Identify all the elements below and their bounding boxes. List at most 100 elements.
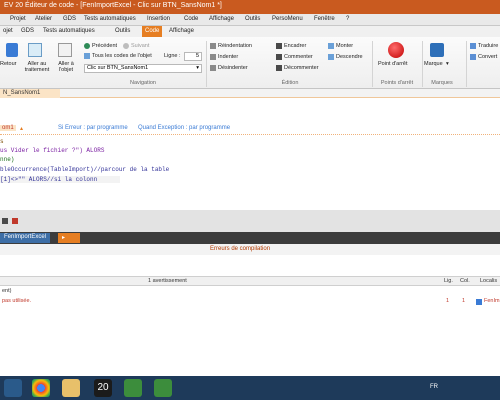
code-app-icon[interactable]	[124, 379, 142, 397]
previous-icon[interactable]	[84, 43, 90, 49]
event-caret: ▴	[20, 126, 24, 132]
precedent-button[interactable]: Précédent	[92, 43, 117, 49]
tab-tests[interactable]: Tests automatiques	[40, 26, 98, 37]
indenter-button[interactable]: Indenter	[218, 54, 238, 60]
tab-affichage[interactable]: Affichage	[166, 26, 197, 37]
aller-objet-button[interactable]: Aller à l'objet	[55, 61, 77, 73]
event-name: om1	[0, 125, 16, 131]
breakpoint-icon[interactable]	[388, 42, 404, 58]
convertir-button[interactable]: Convert	[478, 54, 497, 60]
row-message: pas utilisée.	[2, 298, 32, 304]
chrome-icon[interactable]	[32, 379, 50, 397]
menu-code[interactable]: Code	[184, 16, 198, 22]
menu-atelier[interactable]: Atelier	[35, 16, 52, 22]
chevron-down-icon: ▾	[196, 65, 199, 71]
code-line-3: nne)	[0, 156, 15, 163]
window-icon	[476, 299, 482, 305]
col-lig[interactable]: Lig.	[444, 278, 453, 284]
table-row[interactable]: pas utilisée. 1 1 FenIm	[0, 298, 500, 308]
convert-icon[interactable]	[470, 54, 476, 60]
menu-help[interactable]: ?	[346, 16, 349, 22]
decommenter-button[interactable]: Décommenter	[284, 65, 319, 71]
code-app-icon[interactable]	[154, 379, 172, 397]
desindenter-button[interactable]: Désindenter	[218, 65, 248, 71]
move-down-icon[interactable]	[328, 54, 334, 60]
commenter-button[interactable]: Commenter	[284, 54, 313, 60]
goto-process-icon[interactable]	[28, 43, 42, 57]
uncomment-icon[interactable]	[276, 65, 282, 71]
ribbon: Retour Aller au traitement Aller à l'obj…	[0, 37, 500, 89]
reindent-icon[interactable]	[210, 43, 216, 49]
col-col[interactable]: Col.	[460, 278, 470, 284]
row-message: ent)	[2, 288, 12, 294]
col-loc[interactable]: Localis	[480, 278, 497, 284]
tab-code[interactable]: Code	[142, 26, 163, 37]
monter-button[interactable]: Monter	[336, 43, 353, 49]
tab-projet[interactable]: ojet	[0, 26, 16, 37]
code-line-1: s	[0, 138, 4, 145]
all-codes-icon[interactable]	[84, 53, 90, 59]
point-arret-button[interactable]: Point d'arrêt	[378, 61, 407, 67]
menu-gds[interactable]: GDS	[63, 16, 76, 22]
window-tab-fenimportexcel[interactable]: FenImportExcel	[0, 233, 51, 243]
retour-button[interactable]: Retour	[0, 61, 17, 67]
reindentation-button[interactable]: Réindentation	[218, 43, 252, 49]
next-icon[interactable]	[123, 43, 129, 49]
traduire-button[interactable]: Traduire	[478, 43, 498, 49]
menu-outils[interactable]: Outils	[245, 16, 260, 22]
menu-projet[interactable]: Projet	[10, 16, 26, 22]
goto-object-icon[interactable]	[58, 43, 72, 57]
table-row[interactable]: ent)	[0, 288, 500, 298]
bookmark-icon[interactable]	[430, 43, 444, 57]
code-editor[interactable]: om1 ▴ Si Erreur : par programme Quand Ex…	[0, 98, 500, 210]
menu-tests[interactable]: Tests automatiques	[84, 16, 136, 22]
row-line: 1	[446, 298, 450, 304]
back-arrow-icon[interactable]	[6, 43, 18, 57]
menu-insertion[interactable]: Insertion	[147, 16, 170, 22]
ligne-label: Ligne :	[164, 53, 181, 59]
suivant-button[interactable]: Suivant	[131, 43, 149, 49]
event-combo[interactable]: Clic sur BTN_SansNom1 ▾	[84, 64, 202, 73]
sinon-erreur-link[interactable]: Si Erreur : par programme	[58, 125, 128, 131]
move-up-icon[interactable]	[328, 43, 334, 49]
comment-icon[interactable]	[276, 54, 282, 60]
ribbon-separator	[466, 41, 467, 87]
window-tab-more[interactable]: ▸	[58, 233, 80, 243]
unindent-icon[interactable]	[210, 65, 216, 71]
panel-columns: 1 avertissement Lig. Col. Localis	[0, 276, 500, 286]
menu-fenetre[interactable]: Fenêtre	[314, 16, 335, 22]
tool-icon[interactable]	[12, 218, 18, 224]
ribbon-separator	[422, 41, 423, 87]
menu-persomenu[interactable]: PersoMenu	[272, 16, 303, 22]
event-combo-value: Clic sur BTN_SansNom1	[87, 65, 149, 71]
marque-button[interactable]: Marque	[424, 61, 443, 67]
group-points-label: Points d'arrêt	[380, 80, 414, 86]
ligne-input[interactable]: 5	[184, 52, 202, 61]
col-main[interactable]: 1 avertissement	[148, 278, 187, 284]
code-line-2: us Vider le fichier ?") ALORS	[0, 147, 105, 154]
document-tab-label: N_SansNom1	[3, 90, 41, 96]
document-tab[interactable]: N_SansNom1	[0, 89, 60, 98]
aller-traitement-button[interactable]: Aller au traitement	[22, 61, 52, 73]
quand-exception-link[interactable]: Quand Exception : par programme	[138, 125, 230, 131]
windev-20-icon[interactable]: 20	[94, 379, 112, 397]
row-col: 1	[462, 298, 466, 304]
folder-icon[interactable]	[62, 379, 80, 397]
frame-icon[interactable]	[276, 43, 282, 49]
tab-gds[interactable]: GDS	[18, 26, 37, 37]
tous-codes-button[interactable]: Tous les codes de l'objet	[92, 53, 152, 59]
menu-affichage[interactable]: Affichage	[209, 16, 234, 22]
tab-outils[interactable]: Outils	[112, 26, 133, 37]
descendre-button[interactable]: Descendre	[336, 54, 363, 60]
language-indicator[interactable]: FR	[430, 384, 438, 390]
tool-icon[interactable]	[2, 218, 8, 224]
row-location: FenIm	[484, 298, 500, 304]
start-icon[interactable]	[4, 379, 22, 397]
window-title: EV 20 Éditeur de code - [FenImportExcel …	[4, 2, 222, 9]
code-line-5: [1]<>"" ALORS//si la colonn	[0, 176, 120, 183]
encadrer-button[interactable]: Encadrer	[284, 43, 306, 49]
indent-icon[interactable]	[210, 54, 216, 60]
chevron-down-icon[interactable]: ▾	[446, 61, 449, 67]
translate-icon[interactable]	[470, 43, 476, 49]
editor-toolstrip	[0, 210, 500, 232]
